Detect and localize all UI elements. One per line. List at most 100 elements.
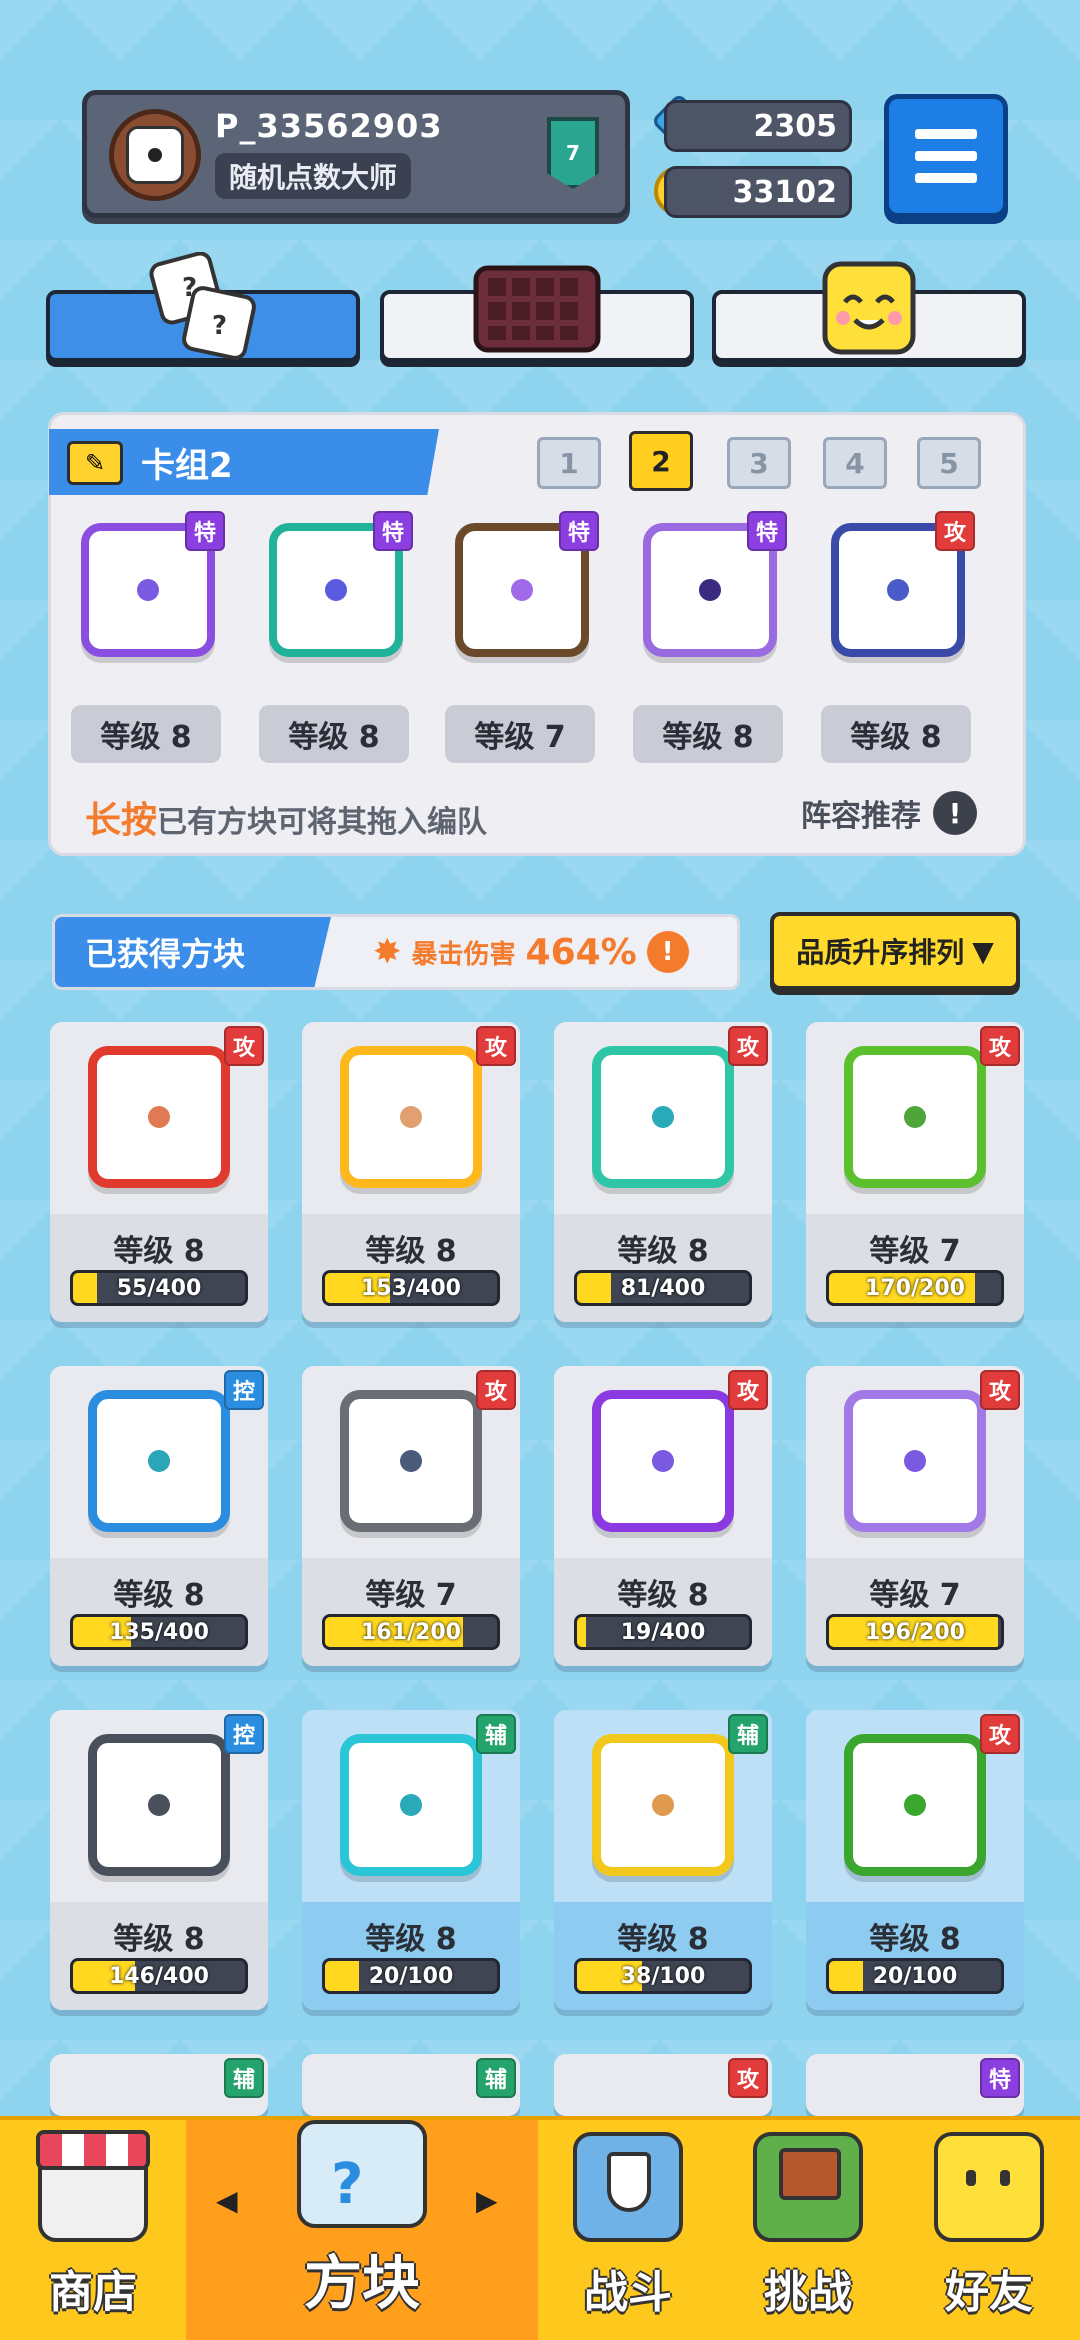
board-tab-icon <box>473 265 601 353</box>
lineup-recommend-button[interactable]: 阵容推荐 ! <box>801 791 977 835</box>
deck-number-1[interactable]: 1 <box>537 437 601 489</box>
block-card[interactable]: 攻等级 8 81/400 <box>554 1022 772 1322</box>
sort-button[interactable]: 品质升序排列 ▼ <box>770 912 1020 990</box>
block-die-icon <box>844 1390 986 1532</box>
die-pip <box>904 1794 926 1816</box>
player-profile-panel[interactable]: P_33562903 随机点数大师 7 <box>82 90 630 218</box>
tab-emote[interactable] <box>712 261 1026 362</box>
type-tag: 特 <box>559 511 599 551</box>
block-card[interactable]: 控等级 8 146/400 <box>50 1710 268 2010</box>
coin-count: 33102 <box>664 166 852 218</box>
type-tag: 攻 <box>728 2058 768 2098</box>
progress-text: 38/100 <box>620 1963 706 1989</box>
block-card[interactable]: 辅等级 8 38/100 <box>554 1710 772 2010</box>
die-pip <box>511 579 533 601</box>
progress-text: 19/400 <box>620 1619 706 1645</box>
block-level-area: 等级 7 161/200 <box>302 1558 520 1666</box>
nav-left-arrow-icon[interactable]: ◀ <box>216 2184 238 2217</box>
type-tag: 特 <box>980 2058 1020 2098</box>
block-level: 等级 7 <box>365 1578 457 1613</box>
block-level-area: 等级 8 38/100 <box>554 1902 772 2010</box>
friends-character-icon <box>934 2132 1044 2242</box>
block-card[interactable]: 控等级 8 135/400 <box>50 1366 268 1666</box>
nav-shop[interactable]: 商店 <box>0 2120 186 2340</box>
block-die-icon <box>340 1734 482 1876</box>
nav-battle[interactable]: 战斗 <box>538 2120 718 2340</box>
nav-battle-label: 战斗 <box>584 2267 672 2318</box>
blocks-cube-icon: ? <box>297 2120 427 2228</box>
deck-card-level: 等级 7 <box>445 705 595 763</box>
deck-card[interactable]: 特 <box>447 511 599 665</box>
nav-friends[interactable]: 好友 <box>898 2120 1080 2340</box>
type-tag: 攻 <box>980 1026 1020 1066</box>
block-level: 等级 8 <box>365 1234 457 1269</box>
block-card[interactable]: 攻等级 8 55/400 <box>50 1022 268 1322</box>
owned-title: 已获得方块 <box>55 917 331 987</box>
deck-number-4[interactable]: 4 <box>823 437 887 489</box>
rank-badge-icon[interactable]: 7 <box>547 117 599 189</box>
upgrade-progress-bar: 170/200 <box>826 1270 1004 1306</box>
block-die-icon <box>88 1046 230 1188</box>
block-card[interactable]: 攻等级 8 153/400 <box>302 1022 520 1322</box>
type-tag: 攻 <box>476 1370 516 1410</box>
die-pip <box>699 579 721 601</box>
menu-button[interactable] <box>884 94 1008 218</box>
upgrade-progress-bar: 19/400 <box>574 1614 752 1650</box>
block-card[interactable]: 攻 <box>554 2054 772 2116</box>
nav-challenge-label: 挑战 <box>764 2267 852 2318</box>
deck-number-5[interactable]: 5 <box>917 437 981 489</box>
block-die-icon <box>592 1046 734 1188</box>
nav-shop-label: 商店 <box>49 2267 137 2318</box>
block-card[interactable]: 攻等级 8 19/400 <box>554 1366 772 1666</box>
deck-card[interactable]: 特 <box>73 511 225 665</box>
deck-number-2[interactable]: 2 <box>629 431 693 491</box>
nav-challenge[interactable]: 挑战 <box>718 2120 898 2340</box>
tab-board[interactable] <box>380 265 694 362</box>
progress-text: 20/100 <box>368 1963 454 1989</box>
edit-deck-pencil-icon[interactable]: ✎ <box>67 441 123 485</box>
block-card[interactable]: 攻等级 7 170/200 <box>806 1022 1024 1322</box>
owned-blocks-bar: 已获得方块 ✸ 暴击伤害 464% ! <box>52 914 740 990</box>
crit-damage-info[interactable]: ✸ 暴击伤害 464% ! <box>373 917 689 987</box>
type-tag: 辅 <box>224 2058 264 2098</box>
nav-right-arrow-icon[interactable]: ▶ <box>476 2184 498 2217</box>
sort-label: 品质升序排列 <box>796 936 965 969</box>
block-level: 等级 8 <box>113 1922 205 1957</box>
nav-blocks[interactable]: ? 方块 <box>186 2120 538 2340</box>
block-card[interactable]: 攻等级 7 196/200 <box>806 1366 1024 1666</box>
smiley-tab-icon <box>822 261 916 355</box>
block-card[interactable]: 特 <box>806 2054 1024 2116</box>
deck-card[interactable]: 攻 <box>823 511 975 665</box>
block-level: 等级 8 <box>365 1922 457 1957</box>
deck-card[interactable]: 特 <box>635 511 787 665</box>
deck-panel: 卡组2 ✎ 1 2 3 4 5 特等级 8 特等级 8 特等级 7 特等级 8 攻等级 … <box>48 412 1026 856</box>
block-card[interactable]: 攻等级 8 20/100 <box>806 1710 1024 2010</box>
progress-text: 161/200 <box>361 1619 461 1645</box>
block-die-icon <box>88 1734 230 1876</box>
block-card[interactable]: 辅 <box>50 2054 268 2116</box>
nav-friends-label: 好友 <box>945 2267 1033 2318</box>
deck-number-3[interactable]: 3 <box>727 437 791 489</box>
block-card[interactable]: 辅等级 8 20/100 <box>302 1710 520 2010</box>
progress-text: 170/200 <box>865 1275 965 1301</box>
die-pip <box>400 1106 422 1128</box>
avatar[interactable] <box>109 109 201 201</box>
deck-card-level: 等级 8 <box>633 705 783 763</box>
bottom-nav: 商店 ? 方块 战斗 挑战 好友 <box>0 2116 1080 2340</box>
deck-card[interactable]: 特 <box>261 511 413 665</box>
block-card[interactable]: 攻等级 7 161/200 <box>302 1366 520 1666</box>
die-pip <box>652 1106 674 1128</box>
block-die-icon <box>592 1734 734 1876</box>
type-tag: 攻 <box>935 511 975 551</box>
battle-shield-icon <box>573 2132 683 2242</box>
type-tag: 特 <box>747 511 787 551</box>
block-level-area: 等级 7 170/200 <box>806 1214 1024 1322</box>
type-tag: 攻 <box>476 1026 516 1066</box>
block-die-icon <box>88 1390 230 1532</box>
tab-dice[interactable]: ? ? <box>46 252 360 362</box>
nav-blocks-label: 方块 <box>303 2249 420 2317</box>
progress-text: 146/400 <box>109 1963 209 1989</box>
block-level-area: 等级 8 135/400 <box>50 1558 268 1666</box>
block-card[interactable]: 辅 <box>302 2054 520 2116</box>
menu-line-icon <box>915 129 977 139</box>
